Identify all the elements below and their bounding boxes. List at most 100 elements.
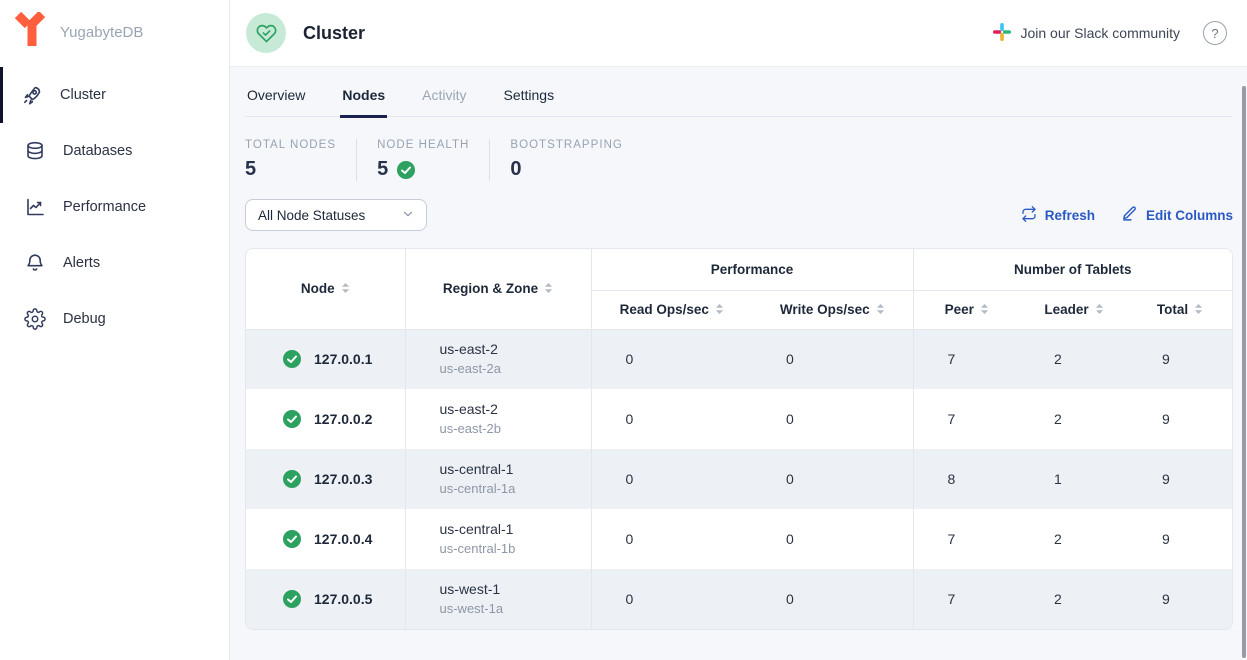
node-healthy-icon (283, 350, 301, 368)
sidebar-nav: Cluster Databases Performance (0, 67, 229, 347)
vertical-scrollbar[interactable] (1242, 86, 1246, 658)
database-icon (24, 140, 46, 162)
refresh-icon (1021, 206, 1037, 225)
topbar: Cluster Join our Slack community ? (230, 0, 1247, 67)
column-header-node[interactable]: Node (246, 249, 405, 329)
stat-value: 5 (377, 158, 388, 181)
sort-icon (715, 303, 724, 318)
sort-icon (544, 282, 553, 297)
brand: YugabyteDB (0, 0, 229, 67)
healthy-check-icon (397, 161, 415, 179)
node-zone: us-central-1a (440, 481, 591, 497)
node-region: us-central-1 (440, 521, 591, 539)
tab-settings[interactable]: Settings (502, 86, 557, 116)
sort-icon (980, 303, 989, 318)
sidebar-item-label: Databases (63, 143, 132, 159)
column-header-write-ops[interactable]: Write Ops/sec (752, 290, 913, 329)
node-address: 127.0.0.3 (314, 471, 372, 487)
gear-icon (24, 308, 46, 330)
sidebar-item-label: Alerts (63, 255, 100, 271)
stat-node-health: NODE HEALTH 5 (377, 139, 490, 181)
slack-icon (993, 23, 1011, 44)
total-tablets-value: 9 (1128, 509, 1232, 569)
stat-total-nodes: TOTAL NODES 5 (245, 139, 357, 181)
group-header-number-of-tablets: Number of Tablets (913, 249, 1232, 290)
sidebar-item-label: Debug (63, 311, 106, 327)
tab-activity[interactable]: Activity (420, 86, 468, 116)
help-button[interactable]: ? (1203, 21, 1227, 45)
stat-label: NODE HEALTH (377, 139, 469, 151)
node-status-filter-value: All Node Statuses (258, 208, 365, 223)
node-stats: TOTAL NODES 5 NODE HEALTH 5 BOOTSTRAPPIN… (245, 139, 1233, 181)
node-address: 127.0.0.2 (314, 411, 372, 427)
sidebar-item-alerts[interactable]: Alerts (0, 235, 229, 291)
node-status-filter-select[interactable]: All Node Statuses (245, 199, 427, 231)
yugabytedb-logo-icon (13, 12, 47, 53)
column-header-total[interactable]: Total (1128, 290, 1232, 329)
table-row[interactable]: 127.0.0.2 us-east-2us-east-2b 0 0 7 2 9 (246, 389, 1232, 449)
sidebar-item-label: Cluster (60, 87, 106, 103)
write-ops-value: 0 (752, 389, 913, 449)
column-header-region-zone[interactable]: Region & Zone (405, 249, 591, 329)
peer-tablets-value: 8 (913, 449, 1020, 509)
pencil-icon (1121, 205, 1138, 225)
node-healthy-icon (283, 410, 301, 428)
sort-icon (876, 303, 885, 318)
leader-tablets-value: 1 (1020, 449, 1128, 509)
stat-label: BOOTSTRAPPING (510, 139, 623, 151)
chevron-down-icon (401, 207, 415, 224)
table-row[interactable]: 127.0.0.4 us-central-1us-central-1b 0 0 … (246, 509, 1232, 569)
node-region: us-central-1 (440, 461, 591, 479)
read-ops-value: 0 (591, 329, 752, 389)
node-region: us-east-2 (440, 341, 591, 359)
cluster-health-avatar (246, 13, 286, 53)
peer-tablets-value: 7 (913, 329, 1020, 389)
sidebar-item-label: Performance (63, 199, 146, 215)
column-header-leader[interactable]: Leader (1020, 290, 1128, 329)
write-ops-value: 0 (752, 449, 913, 509)
write-ops-value: 0 (752, 509, 913, 569)
group-header-performance: Performance (591, 249, 913, 290)
edit-columns-button[interactable]: Edit Columns (1121, 205, 1233, 225)
table-row[interactable]: 127.0.0.5 us-west-1us-west-1a 0 0 7 2 9 (246, 569, 1232, 629)
read-ops-value: 0 (591, 449, 752, 509)
column-header-read-ops[interactable]: Read Ops/sec (591, 290, 752, 329)
tab-overview[interactable]: Overview (245, 86, 307, 116)
node-healthy-icon (283, 590, 301, 608)
peer-tablets-value: 7 (913, 509, 1020, 569)
node-zone: us-east-2a (440, 361, 591, 377)
write-ops-value: 0 (752, 569, 913, 629)
page-title: Cluster (303, 23, 365, 44)
total-tablets-value: 9 (1128, 569, 1232, 629)
node-address: 127.0.0.1 (314, 351, 372, 367)
sidebar-item-databases[interactable]: Databases (0, 123, 229, 179)
total-tablets-value: 9 (1128, 449, 1232, 509)
column-header-peer[interactable]: Peer (913, 290, 1020, 329)
rocket-icon (21, 84, 43, 106)
leader-tablets-value: 2 (1020, 569, 1128, 629)
refresh-button[interactable]: Refresh (1021, 206, 1095, 225)
node-zone: us-central-1b (440, 541, 591, 557)
table-row[interactable]: 127.0.0.3 us-central-1us-central-1a 0 0 … (246, 449, 1232, 509)
read-ops-value: 0 (591, 569, 752, 629)
edit-columns-label: Edit Columns (1146, 208, 1233, 223)
total-tablets-value: 9 (1128, 329, 1232, 389)
sort-icon (1194, 303, 1203, 318)
nodes-table: Node Region & Zone Performance Number of… (245, 248, 1233, 630)
sidebar-item-cluster[interactable]: Cluster (0, 67, 229, 123)
sidebar-item-performance[interactable]: Performance (0, 179, 229, 235)
bell-icon (24, 252, 46, 274)
join-slack-link[interactable]: Join our Slack community (993, 23, 1180, 44)
heart-check-icon (256, 23, 277, 44)
sidebar-item-debug[interactable]: Debug (0, 291, 229, 347)
brand-name: YugabyteDB (60, 24, 143, 41)
leader-tablets-value: 2 (1020, 329, 1128, 389)
stat-bootstrapping: BOOTSTRAPPING 0 (510, 139, 643, 181)
question-mark-icon: ? (1211, 26, 1218, 41)
sort-icon (1095, 303, 1104, 318)
table-row[interactable]: 127.0.0.1 us-east-2us-east-2a 0 0 7 2 9 (246, 329, 1232, 389)
table-controls: All Node Statuses Refresh (245, 199, 1233, 231)
content: Overview Nodes Activity Settings TOTAL N… (230, 67, 1247, 660)
peer-tablets-value: 7 (913, 569, 1020, 629)
tab-nodes[interactable]: Nodes (340, 86, 387, 116)
